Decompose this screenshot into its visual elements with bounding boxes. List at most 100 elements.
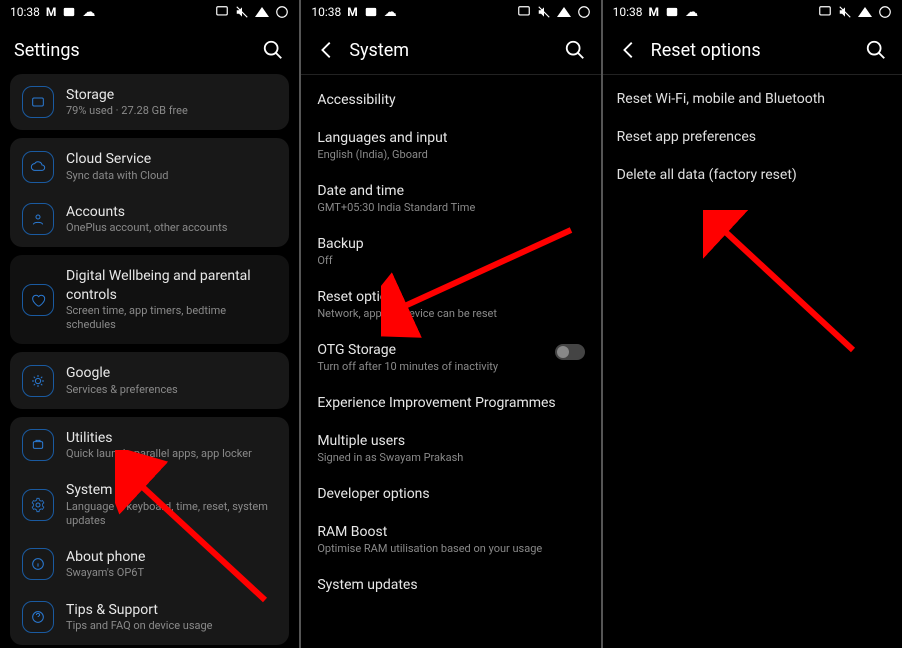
otg-sub: Turn off after 10 minutes of inactivity xyxy=(317,360,554,373)
card-system-group: Utilities Quick launch, parallel apps, a… xyxy=(10,417,289,645)
signal-icon xyxy=(255,7,269,17)
system-sub: Language & keyboard, time, reset, system… xyxy=(66,500,277,529)
clock: 10:38 xyxy=(311,5,341,19)
search-icon[interactable] xyxy=(261,38,285,62)
row-wellbeing[interactable]: Digital Wellbeing and parental controls … xyxy=(14,257,285,342)
row-storage[interactable]: Storage 79% used · 27.28 GB free xyxy=(14,76,285,128)
system-gear-icon xyxy=(22,489,54,521)
image-icon xyxy=(665,5,679,19)
status-bar: 10:38 M ☁ xyxy=(0,0,299,24)
item-users[interactable]: Multiple users Signed in as Swayam Praka… xyxy=(313,422,588,475)
ramboost-label: RAM Boost xyxy=(317,524,584,540)
ramboost-sub: Optimise RAM utilisation based on your u… xyxy=(317,542,584,555)
row-utilities[interactable]: Utilities Quick launch, parallel apps, a… xyxy=(14,419,285,471)
titlebar: System xyxy=(301,24,600,74)
item-reset-apps[interactable]: Reset app preferences xyxy=(617,129,888,145)
item-eip[interactable]: Experience Improvement Programmes xyxy=(313,384,588,422)
mute-icon xyxy=(838,5,852,19)
search-icon[interactable] xyxy=(864,38,888,62)
item-ramboost[interactable]: RAM Boost Optimise RAM utilisation based… xyxy=(313,513,588,566)
otg-toggle[interactable] xyxy=(555,344,585,360)
tips-label: Tips & Support xyxy=(66,601,277,619)
google-sub: Services & preferences xyxy=(66,383,277,397)
utilities-sub: Quick launch, parallel apps, app locker xyxy=(66,447,277,461)
utilities-label: Utilities xyxy=(66,429,277,447)
item-backup[interactable]: Backup Off xyxy=(313,225,588,278)
page-title: System xyxy=(349,40,562,61)
row-cloud[interactable]: Cloud Service Sync data with Cloud xyxy=(14,140,285,192)
item-otg[interactable]: OTG Storage Turn off after 10 minutes of… xyxy=(313,331,588,384)
cloud-icon: ☁ xyxy=(384,5,397,20)
clock: 10:38 xyxy=(613,5,643,19)
image-icon xyxy=(364,5,378,19)
item-devopts[interactable]: Developer options xyxy=(313,475,588,513)
storage-sub: 79% used · 27.28 GB free xyxy=(66,104,277,118)
item-reset-wifi[interactable]: Reset Wi-Fi, mobile and Bluetooth xyxy=(617,91,888,107)
annotation-arrow-3 xyxy=(703,210,873,370)
wellbeing-icon xyxy=(22,284,54,316)
cast-icon xyxy=(818,5,832,19)
card-wellbeing: Digital Wellbeing and parental controls … xyxy=(10,255,289,344)
storage-label: Storage xyxy=(66,86,277,104)
image-icon xyxy=(62,5,76,19)
card-google: Google Services & preferences xyxy=(10,352,289,408)
languages-label: Languages and input xyxy=(317,130,584,146)
item-languages[interactable]: Languages and input English (India), Gbo… xyxy=(313,119,588,172)
about-sub: Swayam's OP6T xyxy=(66,566,277,580)
signal-icon xyxy=(858,7,872,17)
page-title: Reset options xyxy=(651,40,864,61)
eip-label: Experience Improvement Programmes xyxy=(317,395,584,411)
m-icon: M xyxy=(46,5,57,19)
status-bar: 10:38 M ☁ xyxy=(301,0,600,24)
row-google[interactable]: Google Services & preferences xyxy=(14,354,285,406)
row-about[interactable]: About phone Swayam's OP6T xyxy=(14,538,285,590)
titlebar: Settings xyxy=(0,24,299,74)
item-sysupdates[interactable]: System updates xyxy=(313,566,588,604)
item-reset-options[interactable]: Reset options Network, apps or device ca… xyxy=(313,278,588,331)
battery-circle-icon xyxy=(878,5,892,19)
tips-icon xyxy=(22,601,54,633)
cloud-service-icon xyxy=(22,151,54,183)
item-datetime[interactable]: Date and time GMT+05:30 India Standard T… xyxy=(313,172,588,225)
cast-icon xyxy=(215,5,229,19)
wellbeing-label: Digital Wellbeing and parental controls xyxy=(66,267,277,303)
item-accessibility[interactable]: Accessibility xyxy=(313,81,588,119)
clock: 10:38 xyxy=(10,5,40,19)
tips-sub: Tips and FAQ on device usage xyxy=(66,619,277,633)
system-label: System xyxy=(66,481,277,499)
users-label: Multiple users xyxy=(317,433,584,449)
reset-label: Reset options xyxy=(317,289,584,305)
accounts-icon xyxy=(22,203,54,235)
row-accounts[interactable]: Accounts OnePlus account, other accounts xyxy=(14,193,285,245)
reset-sub: Network, apps or device can be reset xyxy=(317,307,584,320)
cast-icon xyxy=(517,5,531,19)
settings-screen: 10:38 M ☁ Settings Storage 79% used · 27… xyxy=(0,0,299,648)
row-system[interactable]: System Language & keyboard, time, reset,… xyxy=(14,471,285,538)
backup-label: Backup xyxy=(317,236,584,252)
search-icon[interactable] xyxy=(563,38,587,62)
utilities-icon xyxy=(22,429,54,461)
back-button[interactable] xyxy=(617,38,641,62)
google-label: Google xyxy=(66,364,277,382)
about-icon xyxy=(22,548,54,580)
cloud-label: Cloud Service xyxy=(66,150,277,168)
m-icon: M xyxy=(347,5,358,19)
mute-icon xyxy=(235,5,249,19)
mute-icon xyxy=(537,5,551,19)
back-button[interactable] xyxy=(315,38,339,62)
wellbeing-sub: Screen time, app timers, bedtime schedul… xyxy=(66,304,277,333)
battery-circle-icon xyxy=(275,5,289,19)
status-bar: 10:38 M ☁ xyxy=(603,0,902,24)
cloud-icon: ☁ xyxy=(685,5,698,20)
about-label: About phone xyxy=(66,548,277,566)
system-screen: 10:38 M ☁ System Accessibility Languages… xyxy=(301,0,600,648)
row-tips[interactable]: Tips & Support Tips and FAQ on device us… xyxy=(14,591,285,643)
cloud-sub: Sync data with Cloud xyxy=(66,169,277,183)
item-factory-reset[interactable]: Delete all data (factory reset) xyxy=(617,167,888,183)
titlebar: Reset options xyxy=(603,24,902,74)
sysupdates-label: System updates xyxy=(317,577,584,593)
devopts-label: Developer options xyxy=(317,486,584,502)
users-sub: Signed in as Swayam Prakash xyxy=(317,451,584,464)
battery-circle-icon xyxy=(577,5,591,19)
card-storage: Storage 79% used · 27.28 GB free xyxy=(10,74,289,130)
